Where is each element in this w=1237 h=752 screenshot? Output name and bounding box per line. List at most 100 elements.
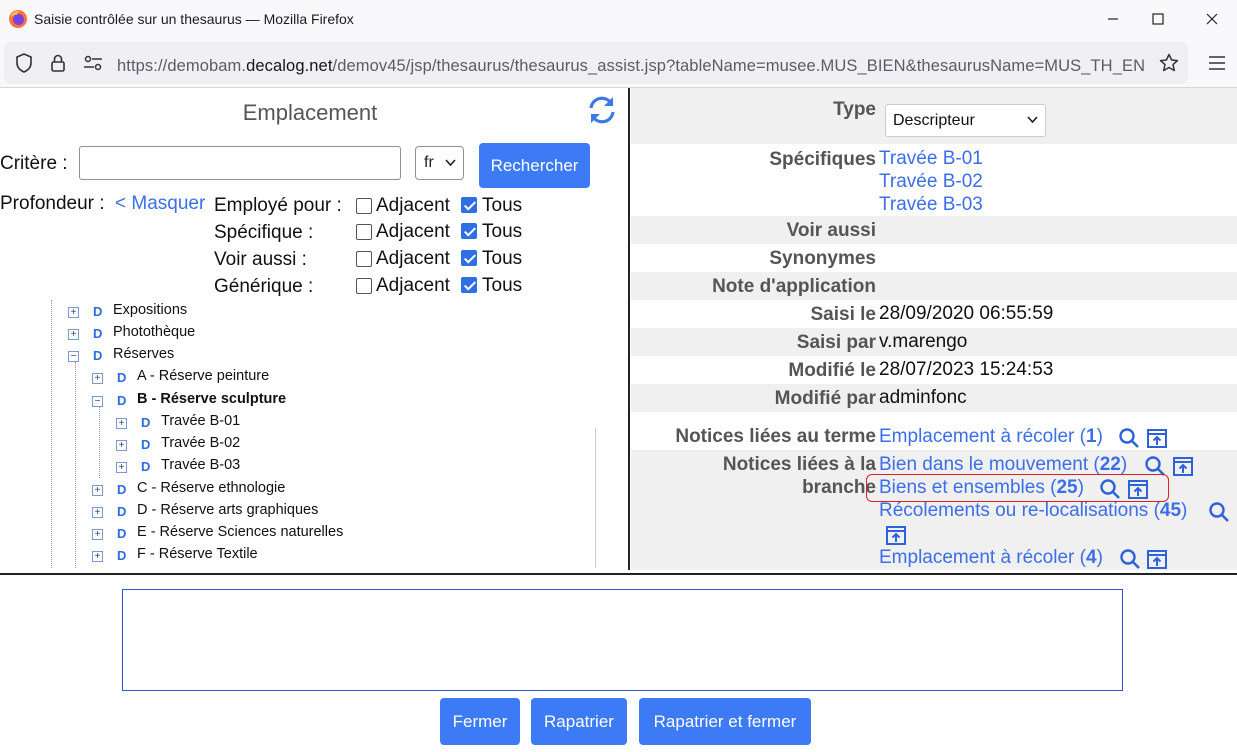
notice-link-branch-recolements[interactable]: Récolements ou re-localisations (45) — [879, 500, 1187, 522]
notice-text: Emplacement à récoler — [879, 547, 1075, 568]
specifics-label: Spécifiques — [769, 149, 876, 170]
open-external-icon[interactable] — [1146, 427, 1168, 449]
language-select[interactable]: fr — [415, 146, 464, 180]
bring-back-button[interactable]: Rapatrier — [531, 698, 627, 745]
search-icon[interactable] — [1118, 427, 1140, 449]
checkbox-used-for-adjacent[interactable] — [356, 198, 372, 214]
tree-scrollbar[interactable] — [595, 428, 596, 568]
tree-node-travee-b03[interactable]: + D Travée B-03 — [116, 457, 516, 477]
checkbox-label: Adjacent — [376, 248, 450, 269]
notice-text: Récolements ou re-localisations — [879, 500, 1149, 521]
close-button[interactable]: Fermer — [440, 698, 520, 745]
tree-node-reserves[interactable]: − D Réserves — [68, 346, 468, 366]
descriptor-icon: D — [117, 526, 127, 541]
tree-node-reserve-b-selected[interactable]: − D B - Réserve sculpture — [92, 391, 492, 411]
lock-icon[interactable] — [48, 52, 68, 74]
chevron-down-icon — [445, 159, 456, 167]
expand-toggle[interactable]: + — [92, 551, 103, 562]
notice-link-term-emplacement[interactable]: Emplacement à récoler (1) — [879, 426, 1103, 448]
open-external-icon[interactable] — [1146, 548, 1168, 570]
expand-toggle[interactable]: + — [92, 507, 103, 518]
notice-count: 4 — [1085, 547, 1097, 568]
open-external-icon[interactable] — [885, 524, 907, 546]
expand-toggle[interactable]: + — [116, 462, 127, 473]
search-icon[interactable] — [1208, 501, 1230, 523]
notice-link-branch-mouvement[interactable]: Bien dans le mouvement (22) — [879, 454, 1127, 476]
collapse-toggle[interactable]: − — [92, 396, 103, 407]
tree-node-reserve-e[interactable]: + D E - Réserve Sciences naturelles — [92, 524, 512, 544]
specific-link-b03[interactable]: Travée B-03 — [879, 194, 983, 216]
tree-node-label[interactable]: Réserves — [113, 346, 174, 362]
tree-node-label[interactable]: Travée B-03 — [161, 457, 240, 473]
tree-node-reserve-f[interactable]: + D F - Réserve Textile — [92, 546, 492, 566]
type-select[interactable]: Descripteur — [885, 104, 1046, 137]
tree-node-label[interactable]: B - Réserve sculpture — [137, 391, 286, 407]
hide-depth-link[interactable]: < Masquer — [115, 193, 205, 215]
checkbox-generic-adjacent[interactable] — [356, 278, 372, 294]
modified-by-value: adminfonc — [879, 387, 967, 408]
tree-node-reserve-d[interactable]: + D D - Réserve arts graphiques — [92, 502, 492, 522]
permissions-icon[interactable] — [82, 53, 104, 73]
maximize-button[interactable] — [1135, 0, 1181, 38]
detail-row-modified-by: Modifié par adminfonc — [631, 384, 1237, 412]
bookmark-star-icon[interactable] — [1158, 52, 1180, 74]
modified-by-label: Modifié par — [774, 388, 876, 409]
criteria-input[interactable] — [79, 146, 401, 180]
checkbox-specific-adjacent[interactable] — [356, 224, 372, 240]
expand-toggle[interactable]: + — [116, 440, 127, 451]
tree-node-label[interactable]: C - Réserve ethnologie — [137, 480, 285, 496]
tree-node-label[interactable]: Photothèque — [113, 324, 195, 340]
expand-toggle[interactable]: + — [68, 307, 79, 318]
checkbox-generic-all[interactable] — [461, 277, 477, 293]
expand-toggle[interactable]: + — [92, 485, 103, 496]
notice-link-branch-emplacement[interactable]: Emplacement à récoler (4) — [879, 547, 1103, 569]
shield-icon[interactable] — [14, 53, 34, 73]
specific-link-b01[interactable]: Travée B-01 — [879, 148, 983, 170]
checkbox-label: Tous — [482, 221, 523, 242]
search-button[interactable]: Rechercher — [479, 143, 590, 188]
tree-node-label[interactable]: E - Réserve Sciences naturelles — [137, 524, 343, 540]
checkbox-label: Adjacent — [376, 195, 450, 216]
selection-textarea[interactable] — [122, 589, 1123, 691]
tree-node-phototheque[interactable]: + D Photothèque — [68, 324, 468, 344]
collapse-toggle[interactable]: − — [68, 351, 79, 362]
close-window-button[interactable] — [1189, 0, 1235, 38]
tree-node-reserve-c[interactable]: + D C - Réserve ethnologie — [92, 480, 492, 500]
checkbox-see-also-adjacent[interactable] — [356, 251, 372, 267]
expand-toggle[interactable]: + — [92, 373, 103, 384]
tree-node-label[interactable]: F - Réserve Textile — [137, 546, 258, 562]
checkbox-see-also-all[interactable] — [461, 250, 477, 266]
tree-node-label[interactable]: Travée B-02 — [161, 435, 240, 451]
specific-link-b02[interactable]: Travée B-02 — [879, 171, 983, 193]
tree-node-label[interactable]: A - Réserve peinture — [137, 368, 269, 384]
menu-hamburger-icon[interactable] — [1206, 52, 1228, 74]
tree-node-label[interactable]: D - Réserve arts graphiques — [137, 502, 318, 518]
notice-text: Bien dans le mouvement — [879, 454, 1089, 475]
expand-toggle[interactable]: + — [92, 529, 103, 540]
checkbox-specific-all[interactable] — [461, 223, 477, 239]
open-external-icon[interactable] — [1172, 455, 1194, 477]
checkbox-label: Tous — [482, 195, 523, 216]
expand-toggle[interactable]: + — [68, 329, 79, 340]
tree-node-travee-b01[interactable]: + D Travée B-01 — [116, 413, 516, 433]
filter-label-specific: Spécifique : — [214, 222, 314, 243]
entered-by-value: v.marengo — [879, 331, 968, 352]
branch-notices-label-line2: branche — [802, 477, 876, 498]
tree-node-expositions[interactable]: + D Expositions — [68, 302, 468, 322]
refresh-icon[interactable] — [586, 95, 618, 125]
tree-node-label[interactable]: Expositions — [113, 302, 187, 318]
branch-notices-label-line1: Notices liées à la — [722, 454, 876, 475]
url-bar[interactable]: https://demobam.decalog.net/demov45/jsp/… — [4, 42, 1188, 84]
navigation-toolbar: https://demobam.decalog.net/demov45/jsp/… — [0, 38, 1237, 88]
tree-node-travee-b02[interactable]: + D Travée B-02 — [116, 435, 516, 455]
descriptor-icon: D — [93, 326, 103, 341]
minimize-button[interactable] — [1090, 0, 1136, 38]
entered-on-value: 28/09/2020 06:55:59 — [879, 303, 1054, 324]
url-text[interactable]: https://demobam.decalog.net/demov45/jsp/… — [117, 57, 1153, 76]
checkbox-used-for-all[interactable] — [461, 197, 477, 213]
tree-node-label[interactable]: Travée B-01 — [161, 413, 240, 429]
search-icon[interactable] — [1119, 548, 1141, 570]
bring-back-and-close-button[interactable]: Rapatrier et fermer — [639, 698, 811, 745]
expand-toggle[interactable]: + — [116, 418, 127, 429]
tree-node-reserve-a[interactable]: + D A - Réserve peinture — [92, 368, 492, 388]
